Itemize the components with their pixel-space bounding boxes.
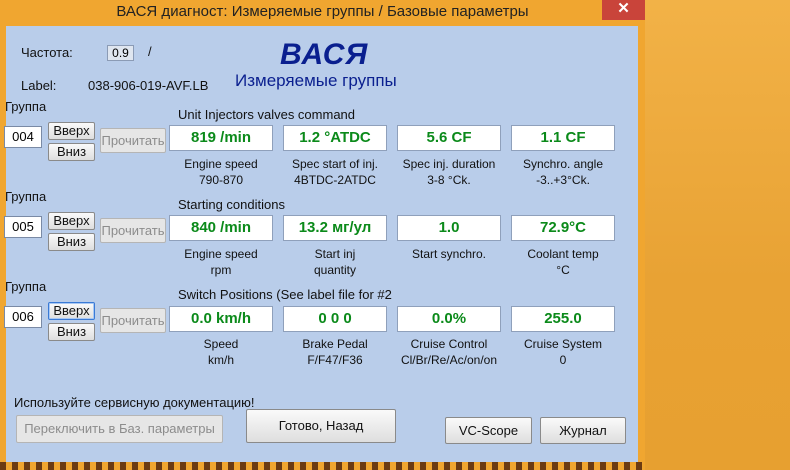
group-up-button[interactable]: Вверх bbox=[48, 212, 95, 230]
measurement-name: Start synchro. bbox=[411, 247, 487, 261]
desktop-background bbox=[645, 0, 790, 470]
group-number-input[interactable]: 006 bbox=[4, 306, 42, 328]
measurement-value: 1.0 bbox=[397, 215, 501, 241]
measurement-spec: km/h bbox=[207, 353, 234, 367]
measurement-value: 13.2 мг/ул bbox=[283, 215, 387, 241]
group-label: Группа bbox=[5, 279, 47, 294]
measurement-name: Cruise Control bbox=[410, 337, 488, 351]
vc-scope-button[interactable]: VC-Scope bbox=[445, 417, 532, 444]
group-number-input[interactable]: 004 bbox=[4, 126, 42, 148]
measurement-spec: -3..+3°Ck. bbox=[536, 173, 590, 187]
measurement-spec: F/F47/F36 bbox=[307, 353, 363, 367]
measurement-spec: 790-870 bbox=[198, 173, 244, 187]
taskbar-edge bbox=[0, 462, 645, 470]
measurement-value: 819 /min bbox=[169, 125, 273, 151]
close-icon[interactable]: ✕ bbox=[602, 0, 645, 20]
group-down-button[interactable]: Вниз bbox=[48, 233, 95, 251]
measurement-value: 0.0 km/h bbox=[169, 306, 273, 332]
group-read-button[interactable]: Прочитать bbox=[100, 218, 166, 243]
measurement-value: 1.1 CF bbox=[511, 125, 615, 151]
frequency-label: Частота: bbox=[21, 45, 73, 60]
measurement-name: Engine speed bbox=[184, 247, 258, 261]
switch-basic-settings-button[interactable]: Переключить в Баз. параметры bbox=[16, 415, 223, 443]
group-down-button[interactable]: Вниз bbox=[48, 143, 95, 161]
main-window: ВАСЯ диагност: Измеряемые группы / Базов… bbox=[0, 0, 645, 470]
measurement-value: 72.9°C bbox=[511, 215, 615, 241]
group-up-button[interactable]: Вверх bbox=[48, 302, 95, 320]
group-label: Группа bbox=[5, 99, 47, 114]
measurement-value: 1.2 °ATDC bbox=[283, 125, 387, 151]
measurement-value: 0 0 0 bbox=[283, 306, 387, 332]
measurement-value: 840 /min bbox=[169, 215, 273, 241]
measurement-spec: °C bbox=[556, 263, 570, 277]
measurement-value: 0.0% bbox=[397, 306, 501, 332]
measurement-value: 255.0 bbox=[511, 306, 615, 332]
measurement-spec: rpm bbox=[210, 263, 232, 277]
measurement-name: Speed bbox=[203, 337, 239, 351]
measurement-spec: 0 bbox=[559, 353, 567, 367]
measurement-value: 5.6 CF bbox=[397, 125, 501, 151]
group-title: Unit Injectors valves command bbox=[178, 107, 356, 122]
label-value: 038-906-019-AVF.LB bbox=[88, 78, 209, 93]
done-back-button[interactable]: Готово, Назад bbox=[246, 409, 396, 443]
measurement-name: Start inj bbox=[314, 247, 356, 261]
measurement-spec: Cl/Br/Re/Ac/on/on bbox=[400, 353, 498, 367]
measurement-name: Spec start of inj. bbox=[291, 157, 379, 171]
label-caption: Label: bbox=[21, 78, 57, 93]
measurement-name: Brake Pedal bbox=[302, 337, 368, 351]
group-title: Switch Positions (See label file for #2 bbox=[178, 287, 392, 302]
group-read-button[interactable]: Прочитать bbox=[100, 128, 166, 153]
measurement-name: Engine speed bbox=[184, 157, 258, 171]
frequency-value: 0.9 bbox=[107, 45, 134, 61]
window-title: ВАСЯ диагност: Измеряемые группы / Базов… bbox=[116, 3, 529, 20]
page-subtitle: Измеряемые группы bbox=[235, 71, 397, 90]
measurement-spec: quantity bbox=[313, 263, 357, 277]
group-label: Группа bbox=[5, 189, 47, 204]
group-up-button[interactable]: Вверх bbox=[48, 122, 95, 140]
brand-title: ВАСЯ bbox=[280, 38, 369, 71]
measurement-spec: 4BTDC-2ATDC bbox=[294, 173, 376, 187]
measurement-name: Coolant temp bbox=[527, 247, 599, 261]
client-area: Частота: 0.9 / Label: 038-906-019-AVF.LB… bbox=[4, 26, 638, 462]
group-read-button[interactable]: Прочитать bbox=[100, 308, 166, 333]
group-title: Starting conditions bbox=[178, 197, 285, 212]
frequency-separator: / bbox=[148, 44, 152, 59]
measurement-name: Synchro. angle bbox=[522, 157, 604, 171]
group-down-button[interactable]: Вниз bbox=[48, 323, 95, 341]
measurement-name: Cruise System bbox=[523, 337, 603, 351]
service-notice: Используйте сервисную документацию! bbox=[14, 395, 255, 410]
measurement-name: Spec inj. duration bbox=[402, 157, 496, 171]
journal-button[interactable]: Журнал bbox=[540, 417, 626, 444]
group-number-input[interactable]: 005 bbox=[4, 216, 42, 238]
measurement-spec: 3-8 °Ck. bbox=[427, 173, 471, 187]
